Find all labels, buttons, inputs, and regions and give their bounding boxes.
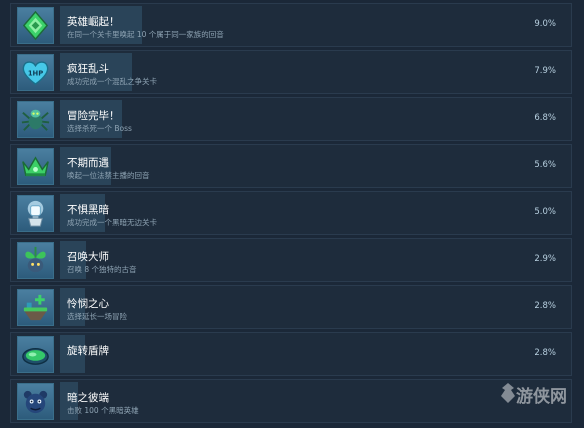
achievement-row[interactable]: 不期而遇 唤起一位法禁主播的回音 5.6% xyxy=(10,144,572,188)
achievement-title: 冒险完毕！ xyxy=(67,110,120,122)
unlock-percentage: 6.8% xyxy=(534,113,556,123)
achievement-description: 击败 100 个黑暗英雄 xyxy=(67,406,139,415)
achievement-title: 怜悯之心 xyxy=(67,298,109,310)
achievement-description: 召唤 8 个独特的古音 xyxy=(67,265,137,274)
achievement-row[interactable]: 召唤大师 召唤 8 个独特的古音 2.9% xyxy=(10,238,572,282)
achievement-row[interactable]: 暗之彼端 击败 100 个黑暗英雄 xyxy=(10,379,572,423)
achievement-description: 选择杀死一个 Boss xyxy=(67,124,132,133)
achievement-row[interactable]: 冒险完毕！ 选择杀死一个 Boss 6.8% xyxy=(10,97,572,141)
glowing-lantern-icon xyxy=(17,195,54,232)
unlock-percentage: 5.0% xyxy=(534,207,556,217)
achievement-title: 召唤大师 xyxy=(67,251,109,263)
achievement-row[interactable]: 旋转盾牌 2.8% xyxy=(10,332,572,376)
floating-island-plus-icon xyxy=(17,289,54,326)
achievement-description: 成功完成一个混乱之争关卡 xyxy=(67,77,157,86)
achievement-title: 旋转盾牌 xyxy=(67,345,109,357)
achievement-title: 不期而遇 xyxy=(67,157,109,169)
achievement-description: 唤起一位法禁主播的回音 xyxy=(67,171,150,180)
unlock-percentage: 5.6% xyxy=(534,160,556,170)
unlock-percentage: 2.9% xyxy=(534,254,556,264)
green-diamond-crest-icon xyxy=(17,7,54,44)
unlock-percentage: 2.8% xyxy=(534,301,556,311)
unlock-percentage: 2.8% xyxy=(534,348,556,358)
achievement-row[interactable]: 英雄崛起！ 在同一个关卡里唤起 10 个属于同一家族的回音 9.0% xyxy=(10,3,572,47)
achievement-title: 不惧黑暗 xyxy=(67,204,109,216)
dark-bear-creature-icon xyxy=(17,383,54,420)
spider-boss-icon xyxy=(17,101,54,138)
green-crown-icon xyxy=(17,148,54,185)
achievement-description: 成功完成一个黑暗无边关卡 xyxy=(67,218,157,227)
achievement-title: 疯狂乱斗 xyxy=(67,63,109,75)
achievement-title: 暗之彼端 xyxy=(67,392,109,404)
svg-text:1HP: 1HP xyxy=(28,69,43,77)
achievement-description: 选择延长一场冒险 xyxy=(67,312,127,321)
leaf-creature-icon xyxy=(17,242,54,279)
achievement-row[interactable]: 怜悯之心 选择延长一场冒险 2.8% xyxy=(10,285,572,329)
heart-1hp-icon: 1HP xyxy=(17,54,54,91)
unlock-percentage: 7.9% xyxy=(534,66,556,76)
achievement-description: 在同一个关卡里唤起 10 个属于同一家族的回音 xyxy=(67,30,224,39)
unlock-percentage: 9.0% xyxy=(534,19,556,29)
achievement-row[interactable]: 1HP 疯狂乱斗 成功完成一个混乱之争关卡 7.9% xyxy=(10,50,572,94)
green-pool-shield-icon xyxy=(17,336,54,373)
achievement-row[interactable]: 不惧黑暗 成功完成一个黑暗无边关卡 5.0% xyxy=(10,191,572,235)
achievement-title: 英雄崛起！ xyxy=(67,16,120,28)
